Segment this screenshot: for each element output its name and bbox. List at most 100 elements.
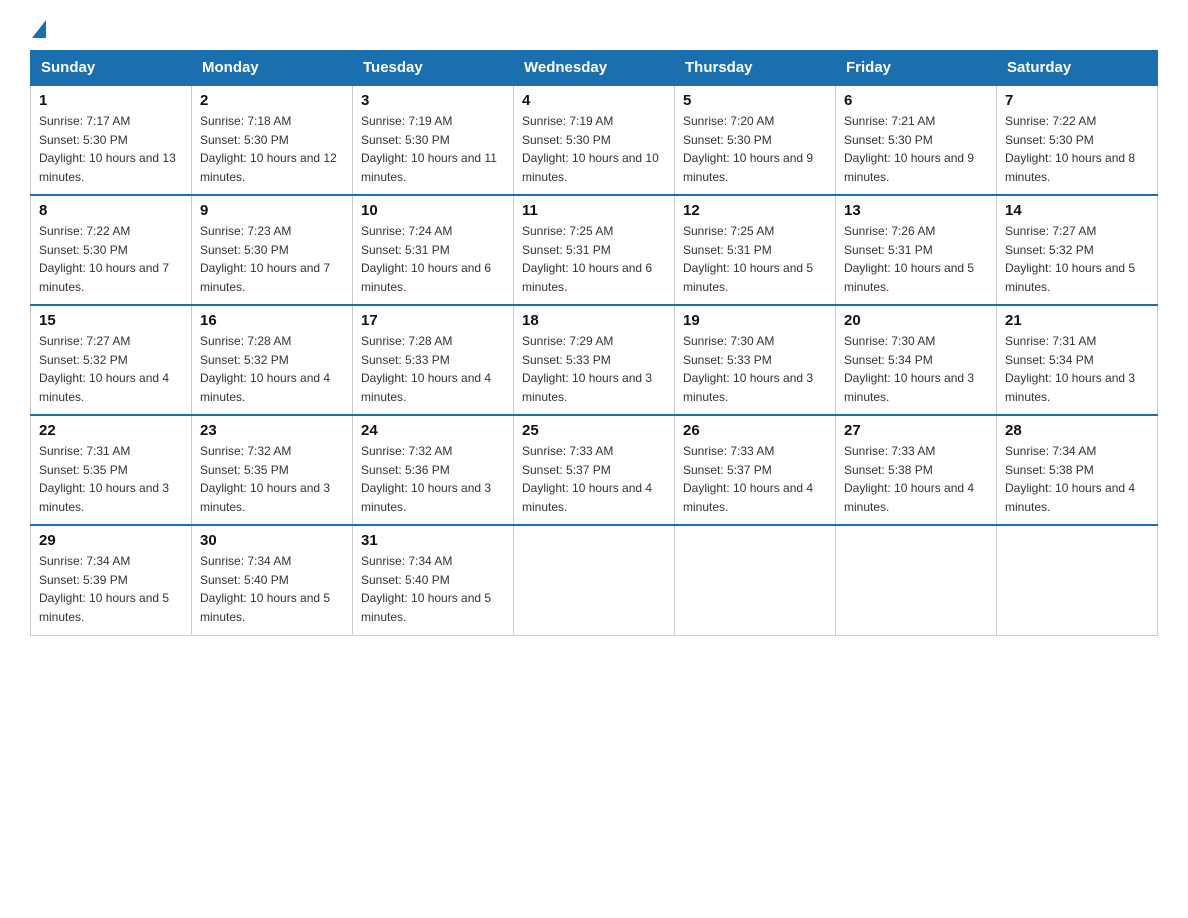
day-number: 9: [200, 202, 344, 219]
day-number: 5: [683, 92, 827, 109]
weekday-header-saturday: Saturday: [997, 51, 1158, 86]
calendar-week-row: 15 Sunrise: 7:27 AMSunset: 5:32 PMDaylig…: [31, 305, 1158, 415]
calendar-cell: 29 Sunrise: 7:34 AMSunset: 5:39 PMDaylig…: [31, 525, 192, 635]
day-number: 19: [683, 312, 827, 329]
calendar-week-row: 29 Sunrise: 7:34 AMSunset: 5:39 PMDaylig…: [31, 525, 1158, 635]
day-info: Sunrise: 7:22 AMSunset: 5:30 PMDaylight:…: [39, 222, 183, 296]
day-info: Sunrise: 7:19 AMSunset: 5:30 PMDaylight:…: [522, 112, 666, 186]
day-number: 22: [39, 422, 183, 439]
calendar-cell: 8 Sunrise: 7:22 AMSunset: 5:30 PMDayligh…: [31, 195, 192, 305]
calendar-cell: 30 Sunrise: 7:34 AMSunset: 5:40 PMDaylig…: [192, 525, 353, 635]
day-number: 27: [844, 422, 988, 439]
page-header: [30, 20, 1158, 34]
calendar-cell: 9 Sunrise: 7:23 AMSunset: 5:30 PMDayligh…: [192, 195, 353, 305]
day-info: Sunrise: 7:34 AMSunset: 5:38 PMDaylight:…: [1005, 442, 1149, 516]
day-number: 3: [361, 92, 505, 109]
day-number: 30: [200, 532, 344, 549]
calendar-cell: 14 Sunrise: 7:27 AMSunset: 5:32 PMDaylig…: [997, 195, 1158, 305]
day-info: Sunrise: 7:34 AMSunset: 5:40 PMDaylight:…: [200, 552, 344, 626]
day-info: Sunrise: 7:19 AMSunset: 5:30 PMDaylight:…: [361, 112, 505, 186]
day-number: 11: [522, 202, 666, 219]
calendar-cell: [514, 525, 675, 635]
calendar-cell: 18 Sunrise: 7:29 AMSunset: 5:33 PMDaylig…: [514, 305, 675, 415]
calendar-cell: 19 Sunrise: 7:30 AMSunset: 5:33 PMDaylig…: [675, 305, 836, 415]
day-number: 21: [1005, 312, 1149, 329]
day-info: Sunrise: 7:24 AMSunset: 5:31 PMDaylight:…: [361, 222, 505, 296]
calendar-cell: 17 Sunrise: 7:28 AMSunset: 5:33 PMDaylig…: [353, 305, 514, 415]
day-info: Sunrise: 7:31 AMSunset: 5:34 PMDaylight:…: [1005, 332, 1149, 406]
day-number: 28: [1005, 422, 1149, 439]
day-info: Sunrise: 7:32 AMSunset: 5:36 PMDaylight:…: [361, 442, 505, 516]
day-number: 12: [683, 202, 827, 219]
day-number: 8: [39, 202, 183, 219]
weekday-header-sunday: Sunday: [31, 51, 192, 86]
day-info: Sunrise: 7:33 AMSunset: 5:37 PMDaylight:…: [683, 442, 827, 516]
calendar-cell: [836, 525, 997, 635]
day-number: 14: [1005, 202, 1149, 219]
day-info: Sunrise: 7:27 AMSunset: 5:32 PMDaylight:…: [1005, 222, 1149, 296]
calendar-cell: [997, 525, 1158, 635]
day-number: 13: [844, 202, 988, 219]
logo-triangle-icon: [32, 20, 46, 38]
day-info: Sunrise: 7:32 AMSunset: 5:35 PMDaylight:…: [200, 442, 344, 516]
calendar-cell: 16 Sunrise: 7:28 AMSunset: 5:32 PMDaylig…: [192, 305, 353, 415]
day-info: Sunrise: 7:30 AMSunset: 5:33 PMDaylight:…: [683, 332, 827, 406]
day-info: Sunrise: 7:33 AMSunset: 5:37 PMDaylight:…: [522, 442, 666, 516]
calendar-cell: 28 Sunrise: 7:34 AMSunset: 5:38 PMDaylig…: [997, 415, 1158, 525]
weekday-header-wednesday: Wednesday: [514, 51, 675, 86]
day-info: Sunrise: 7:20 AMSunset: 5:30 PMDaylight:…: [683, 112, 827, 186]
weekday-header-monday: Monday: [192, 51, 353, 86]
calendar-cell: 5 Sunrise: 7:20 AMSunset: 5:30 PMDayligh…: [675, 85, 836, 195]
calendar-cell: 21 Sunrise: 7:31 AMSunset: 5:34 PMDaylig…: [997, 305, 1158, 415]
day-info: Sunrise: 7:23 AMSunset: 5:30 PMDaylight:…: [200, 222, 344, 296]
day-number: 20: [844, 312, 988, 329]
day-number: 23: [200, 422, 344, 439]
calendar-cell: 31 Sunrise: 7:34 AMSunset: 5:40 PMDaylig…: [353, 525, 514, 635]
calendar-cell: 7 Sunrise: 7:22 AMSunset: 5:30 PMDayligh…: [997, 85, 1158, 195]
day-number: 6: [844, 92, 988, 109]
weekday-header-tuesday: Tuesday: [353, 51, 514, 86]
logo: [30, 20, 48, 34]
calendar-cell: 2 Sunrise: 7:18 AMSunset: 5:30 PMDayligh…: [192, 85, 353, 195]
day-info: Sunrise: 7:34 AMSunset: 5:40 PMDaylight:…: [361, 552, 505, 626]
weekday-header-row: SundayMondayTuesdayWednesdayThursdayFrid…: [31, 51, 1158, 86]
day-number: 4: [522, 92, 666, 109]
day-info: Sunrise: 7:25 AMSunset: 5:31 PMDaylight:…: [522, 222, 666, 296]
weekday-header-friday: Friday: [836, 51, 997, 86]
day-info: Sunrise: 7:17 AMSunset: 5:30 PMDaylight:…: [39, 112, 183, 186]
day-info: Sunrise: 7:28 AMSunset: 5:33 PMDaylight:…: [361, 332, 505, 406]
day-number: 7: [1005, 92, 1149, 109]
day-info: Sunrise: 7:18 AMSunset: 5:30 PMDaylight:…: [200, 112, 344, 186]
calendar-table: SundayMondayTuesdayWednesdayThursdayFrid…: [30, 50, 1158, 636]
calendar-cell: 20 Sunrise: 7:30 AMSunset: 5:34 PMDaylig…: [836, 305, 997, 415]
calendar-cell: 11 Sunrise: 7:25 AMSunset: 5:31 PMDaylig…: [514, 195, 675, 305]
day-info: Sunrise: 7:34 AMSunset: 5:39 PMDaylight:…: [39, 552, 183, 626]
day-number: 25: [522, 422, 666, 439]
day-number: 24: [361, 422, 505, 439]
calendar-cell: 12 Sunrise: 7:25 AMSunset: 5:31 PMDaylig…: [675, 195, 836, 305]
calendar-cell: 24 Sunrise: 7:32 AMSunset: 5:36 PMDaylig…: [353, 415, 514, 525]
calendar-week-row: 22 Sunrise: 7:31 AMSunset: 5:35 PMDaylig…: [31, 415, 1158, 525]
calendar-cell: [675, 525, 836, 635]
calendar-cell: 10 Sunrise: 7:24 AMSunset: 5:31 PMDaylig…: [353, 195, 514, 305]
day-info: Sunrise: 7:29 AMSunset: 5:33 PMDaylight:…: [522, 332, 666, 406]
day-number: 29: [39, 532, 183, 549]
day-number: 2: [200, 92, 344, 109]
day-info: Sunrise: 7:28 AMSunset: 5:32 PMDaylight:…: [200, 332, 344, 406]
day-info: Sunrise: 7:21 AMSunset: 5:30 PMDaylight:…: [844, 112, 988, 186]
calendar-cell: 6 Sunrise: 7:21 AMSunset: 5:30 PMDayligh…: [836, 85, 997, 195]
calendar-cell: 23 Sunrise: 7:32 AMSunset: 5:35 PMDaylig…: [192, 415, 353, 525]
calendar-cell: 13 Sunrise: 7:26 AMSunset: 5:31 PMDaylig…: [836, 195, 997, 305]
calendar-week-row: 8 Sunrise: 7:22 AMSunset: 5:30 PMDayligh…: [31, 195, 1158, 305]
day-number: 26: [683, 422, 827, 439]
day-number: 10: [361, 202, 505, 219]
calendar-cell: 1 Sunrise: 7:17 AMSunset: 5:30 PMDayligh…: [31, 85, 192, 195]
calendar-cell: 22 Sunrise: 7:31 AMSunset: 5:35 PMDaylig…: [31, 415, 192, 525]
day-info: Sunrise: 7:27 AMSunset: 5:32 PMDaylight:…: [39, 332, 183, 406]
day-info: Sunrise: 7:31 AMSunset: 5:35 PMDaylight:…: [39, 442, 183, 516]
calendar-week-row: 1 Sunrise: 7:17 AMSunset: 5:30 PMDayligh…: [31, 85, 1158, 195]
calendar-cell: 3 Sunrise: 7:19 AMSunset: 5:30 PMDayligh…: [353, 85, 514, 195]
day-number: 18: [522, 312, 666, 329]
day-info: Sunrise: 7:22 AMSunset: 5:30 PMDaylight:…: [1005, 112, 1149, 186]
calendar-cell: 25 Sunrise: 7:33 AMSunset: 5:37 PMDaylig…: [514, 415, 675, 525]
